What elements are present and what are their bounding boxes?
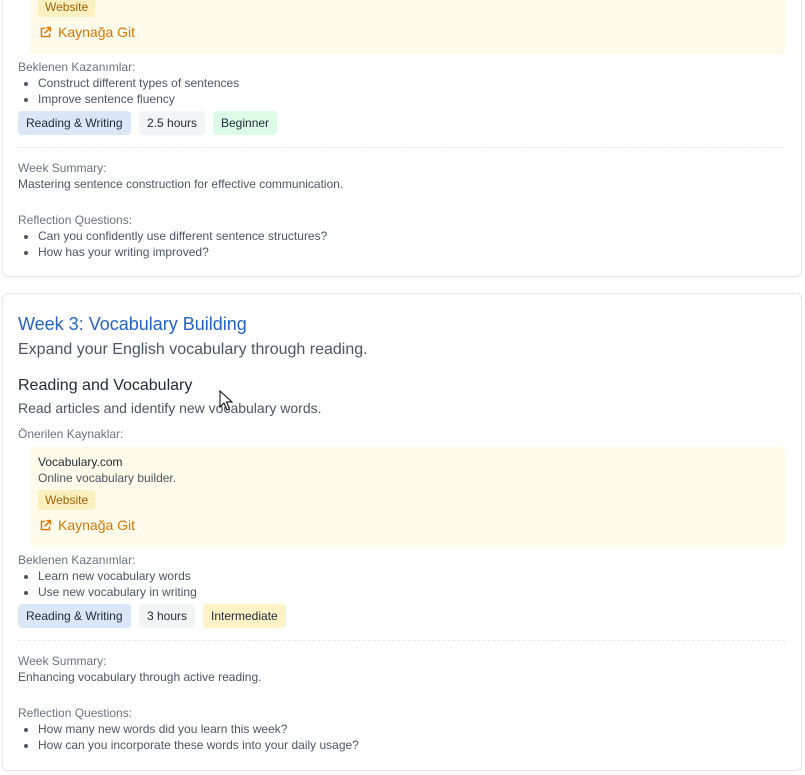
list-item: Can you confidently use different senten… <box>38 228 327 244</box>
list-item: How many new words did you learn this we… <box>38 721 359 737</box>
summary-text: Enhancing vocabulary through active read… <box>18 670 262 684</box>
activity-description: Read articles and identify new vocabular… <box>18 400 322 416</box>
summary-label: Week Summary: <box>18 161 107 175</box>
resource-link[interactable]: Kaynağa Git <box>39 517 135 533</box>
reflection-label: Reflection Questions: <box>18 213 133 227</box>
external-link-icon <box>40 26 52 37</box>
reflection-list: Can you confidently use different senten… <box>18 228 327 260</box>
list-item: Use new vocabulary in writing <box>38 584 197 600</box>
summary-label: Week Summary: <box>18 654 107 668</box>
resource-box <box>30 0 785 54</box>
week-title: Week 3: Vocabulary Building <box>18 314 247 334</box>
level-tag: Beginner <box>213 111 278 135</box>
duration-tag: 3 hours <box>139 604 196 628</box>
outcomes-label: Beklenen Kazanımlar: <box>18 553 136 567</box>
summary-text: Mastering sentence construction for effe… <box>18 177 344 191</box>
list-item: How can you incorporate these words into… <box>38 737 359 753</box>
resource-link[interactable]: Kaynağa Git <box>39 24 135 40</box>
duration-tag: 2.5 hours <box>139 111 206 135</box>
resource-description: Online vocabulary builder. <box>38 471 177 485</box>
list-item: Construct different types of sentences <box>38 75 239 91</box>
activity-title: Reading and Vocabulary <box>18 377 193 394</box>
resource-type-badge: Website <box>38 490 96 510</box>
divider <box>18 147 785 148</box>
outcomes-list: Construct different types of sentences I… <box>18 75 239 107</box>
outcomes-list: Learn new vocabulary words Use new vocab… <box>18 568 197 600</box>
week-subtitle: Expand your English vocabulary through r… <box>18 341 368 358</box>
reflection-label: Reflection Questions: <box>18 706 133 720</box>
list-item: How has your writing improved? <box>38 244 327 260</box>
divider <box>18 640 785 641</box>
external-link-icon <box>40 519 52 530</box>
list-item: Learn new vocabulary words <box>38 568 197 584</box>
resource-link-label: Kaynağa Git <box>58 24 136 40</box>
category-tag: Reading & Writing <box>18 604 131 628</box>
outcomes-label: Beklenen Kazanımlar: <box>18 60 136 74</box>
resource-link-label: Kaynağa Git <box>58 517 136 533</box>
level-tag: Intermediate <box>203 604 286 628</box>
reflection-list: How many new words did you learn this we… <box>18 721 359 753</box>
resource-type-badge: Website <box>38 0 96 17</box>
resource-name: Vocabulary.com <box>38 455 123 469</box>
list-item: Improve sentence fluency <box>38 91 239 107</box>
resources-label: Önerilen Kaynaklar: <box>18 427 124 441</box>
resource-box <box>30 447 785 547</box>
category-tag: Reading & Writing <box>18 111 131 135</box>
